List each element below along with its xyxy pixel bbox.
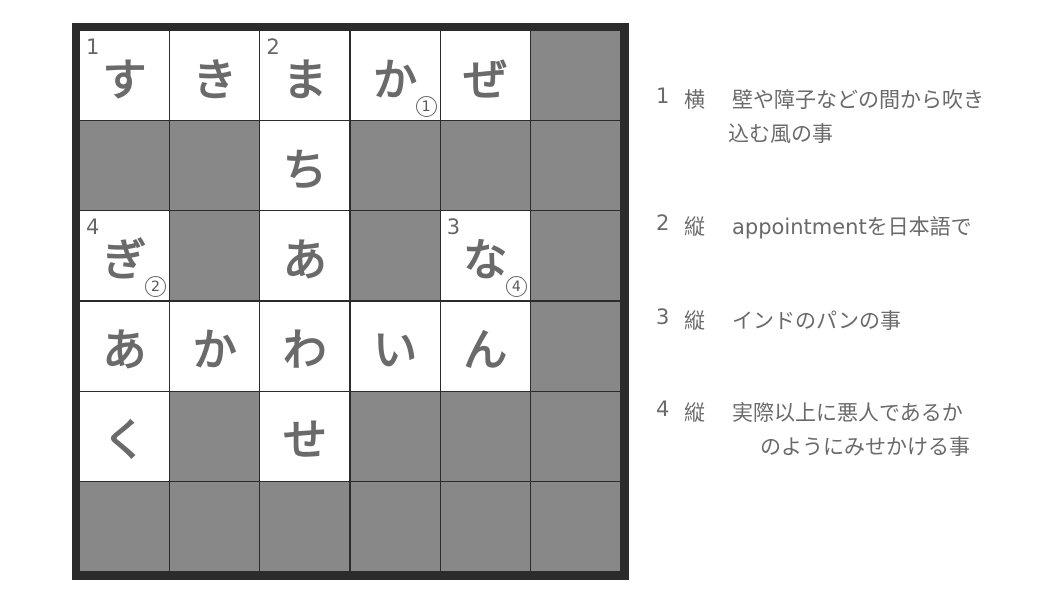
grid-cell-black: [260, 482, 350, 571]
answer-position-marker: 1: [415, 96, 437, 117]
grid-cell-black: [531, 121, 620, 211]
clue-direction: 縦: [684, 215, 705, 239]
grid-cell-white[interactable]: ち: [260, 121, 350, 211]
grid-cell-white[interactable]: ん: [440, 301, 530, 391]
grid-cell-black: [531, 31, 620, 120]
clue-number: 3: [656, 305, 670, 329]
crossword-grid: す1 きま2か1 ぜちぎ42 あ な34 あかわいんく せ: [72, 23, 629, 580]
grid-cell-white[interactable]: ま2: [260, 31, 350, 120]
grid-cell-white[interactable]: い: [350, 301, 440, 391]
clue-number-label: 1: [86, 35, 100, 59]
clue-text-continued: のようにみせかける事: [760, 435, 970, 459]
grid-cell-black: [170, 391, 260, 481]
clue-text: 実際以上に悪人であるか: [732, 401, 963, 425]
grid-cell-white[interactable]: な34: [440, 211, 530, 301]
grid-cell-white[interactable]: わ: [260, 301, 350, 391]
clue-direction: 縦: [684, 401, 705, 425]
grid-cell-black: [350, 391, 440, 481]
clue-direction: 横: [684, 88, 705, 112]
cell-letter: ん: [463, 325, 508, 377]
grid-cell-white[interactable]: ぜ: [440, 31, 530, 120]
grid-cell-black: [531, 301, 620, 391]
cell-letter: せ: [282, 415, 327, 467]
clue-1: 1 横 壁や障子などの間から吹き 込む風の事: [656, 84, 1056, 154]
grid-cell-white[interactable]: す1: [80, 31, 169, 120]
clue-3: 3 縦 インドのパンの事: [656, 305, 1056, 339]
grid-cell-white[interactable]: か: [170, 301, 260, 391]
grid-cell-white[interactable]: き: [170, 31, 260, 120]
cell-letter: あ: [282, 234, 327, 286]
clue-number-label: 4: [86, 215, 100, 240]
cell-letter: ち: [282, 144, 327, 196]
cell-letter: い: [373, 325, 418, 377]
grid-cell-black: [170, 121, 260, 211]
cell-letter: か: [192, 325, 237, 377]
grid-cell-black: [440, 121, 530, 211]
cell-letter: ぜ: [463, 54, 508, 106]
grid-cell-black: [80, 482, 169, 571]
clue-2: 2 縦 appointmentを日本語で: [656, 211, 1056, 245]
clue-number-label: 2: [266, 35, 280, 59]
grid-cell-white[interactable]: く: [80, 391, 169, 481]
grid-cell-black: [350, 121, 440, 211]
clue-number: 4: [656, 397, 670, 421]
grid-cell-black: [531, 391, 620, 481]
clue-text: インドのパンの事: [732, 309, 902, 333]
cell-letter: わ: [282, 325, 327, 377]
clue-text-continued: 込む風の事: [728, 122, 833, 146]
grid-cell-black: [350, 482, 440, 571]
grid-cell-black: [440, 391, 530, 481]
clue-number: 2: [656, 211, 670, 235]
cell-letter: く: [102, 415, 147, 467]
clue-text: appointmentを日本語で: [732, 215, 972, 239]
clue-direction: 縦: [684, 309, 705, 333]
grid-cell-black: [440, 482, 530, 571]
grid-cell-white[interactable]: せ: [260, 391, 350, 481]
grid-cell-white[interactable]: あ: [80, 301, 169, 391]
grid-cell-black: [531, 482, 620, 571]
grid-cell-black: [170, 211, 260, 301]
clue-4: 4 縦 実際以上に悪人であるか のようにみせかける事: [656, 397, 1056, 467]
grid-cell-black: [170, 482, 260, 571]
grid-cell-white[interactable]: あ: [260, 211, 350, 301]
grid-cell-black: [531, 211, 620, 301]
grid-cell-white[interactable]: ぎ42: [80, 211, 169, 301]
clue-number: 1: [656, 84, 670, 108]
cell-letter: き: [192, 54, 237, 106]
clue-number-label: 3: [446, 215, 461, 240]
grid-cell-black: [80, 121, 169, 211]
clue-text: 壁や障子などの間から吹き: [732, 88, 984, 112]
grid-cell-black: [350, 211, 440, 301]
cell-letter: あ: [102, 325, 147, 377]
grid-cell-white[interactable]: か1: [350, 31, 440, 120]
